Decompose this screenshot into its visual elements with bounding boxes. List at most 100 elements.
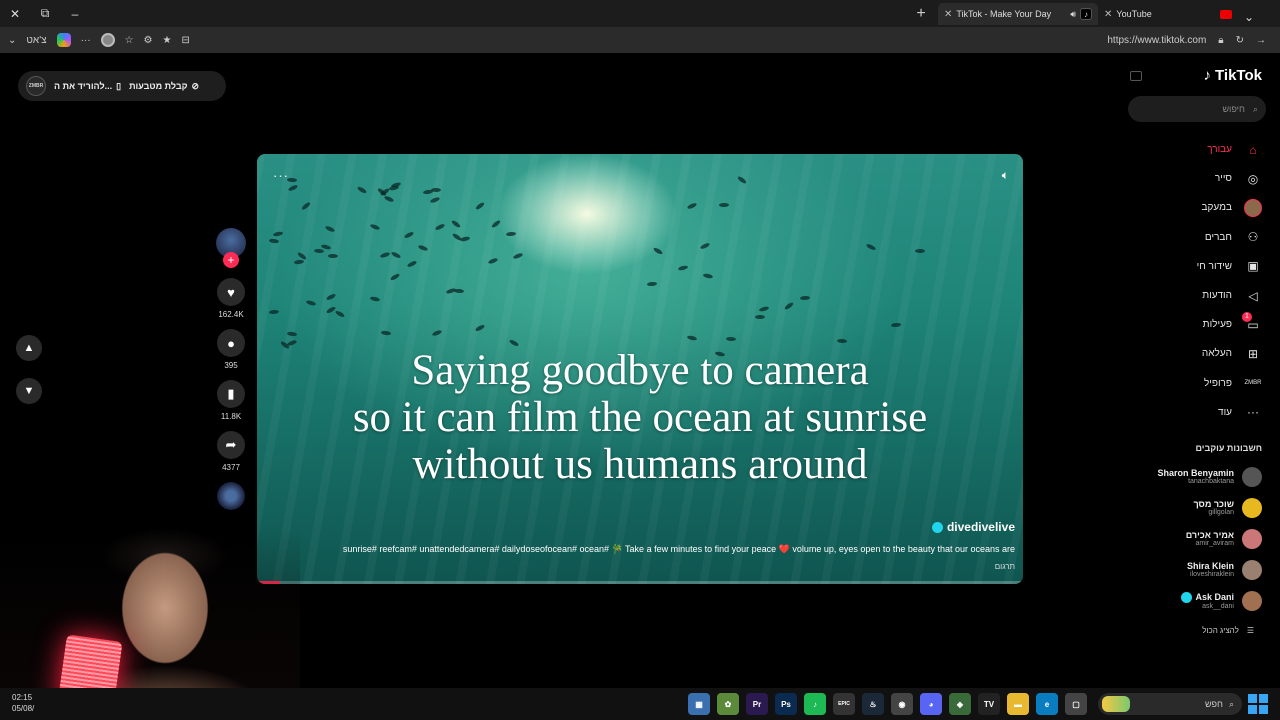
chevron-down-icon: ▼	[23, 385, 35, 397]
heart-icon: ♥	[227, 284, 235, 300]
favorites-icon[interactable]: ★	[163, 35, 172, 46]
window-icon[interactable]: ▢	[1065, 693, 1087, 715]
volume-icon[interactable]: 🔈︎	[1002, 168, 1009, 183]
profile-avatar[interactable]	[100, 33, 115, 47]
previous-video-button[interactable]: ▲	[16, 335, 42, 361]
following-account[interactable]: שוכר מסך gillgolan	[1122, 492, 1262, 523]
more-dots-icon[interactable]: ···	[81, 35, 91, 46]
share-button[interactable]: ➦	[217, 431, 245, 459]
lock-icon[interactable]: 🔒︎	[1218, 35, 1223, 46]
download-app-button[interactable]: להוריד את ה... ▯	[54, 81, 121, 92]
new-tab-button[interactable]: +	[908, 3, 934, 25]
discord-icon[interactable]: ◕	[920, 693, 942, 715]
account-handle: amir_aviram	[1195, 540, 1234, 547]
account-avatar	[1242, 590, 1262, 611]
search-input[interactable]: חיפוש ⌕	[1128, 96, 1266, 122]
folder-icon[interactable]: ▬	[1007, 693, 1029, 715]
save-button[interactable]: ▮	[217, 380, 245, 408]
channel-logo[interactable]: ZMBR	[26, 76, 46, 96]
see-all-label: להציג הכול	[1202, 626, 1239, 635]
account-avatar	[1242, 497, 1262, 518]
sidebar-item[interactable]: עבורך ⌂	[1152, 135, 1262, 164]
comment-button[interactable]: ●	[217, 329, 245, 357]
window-close-icon[interactable]: ✕	[0, 0, 30, 27]
caption-line: so it can film the ocean at sunrise	[352, 394, 928, 441]
caption-line: Saying goodbye to camera	[411, 347, 869, 394]
collections-icon[interactable]: ⊟	[181, 35, 189, 46]
app2-icon[interactable]: ◆	[949, 693, 971, 715]
video-author[interactable]: divedivelive	[931, 520, 1015, 534]
video-progress-bar[interactable]	[257, 581, 1023, 584]
following-account[interactable]: Ask Dani ask__dani	[1122, 585, 1262, 616]
profile-label[interactable]: צ'אט	[26, 35, 46, 46]
phone-icon: ▯	[116, 80, 122, 91]
tab-youtube[interactable]: ✕ YouTube	[1098, 3, 1238, 25]
window-restore-icon[interactable]: ⧉	[30, 0, 60, 27]
premiere-icon[interactable]: Pr	[746, 693, 768, 715]
taskbar-apps: ▦ ✿ Pr Ps ♪ EPIC ♨ ◉ ◕ ◆ TV ▬ e ▢	[688, 693, 1087, 715]
sidebar-item[interactable]: חברים ⚇	[1152, 223, 1262, 252]
sidebar-item[interactable]: במעקב	[1152, 193, 1262, 222]
tab-tiktok[interactable]: ✕ TikTok - Make Your Day 🔊︎ ♪	[938, 3, 1098, 25]
taskbar-search[interactable]: חפש ⌕	[1098, 693, 1242, 715]
forward-icon[interactable]: →	[1256, 35, 1266, 46]
like-count: 162.4K	[218, 310, 244, 319]
account-handle: iloveshiraklein	[1190, 571, 1234, 578]
chrome-icon[interactable]: ◉	[891, 693, 913, 715]
video-player[interactable]: ··· 🔈︎ Saying goodbye to camera so it ca…	[257, 154, 1023, 584]
activity-icon: ▭ 1	[1242, 311, 1262, 332]
start-button[interactable]	[1248, 694, 1268, 714]
taskbar-clock[interactable]: 02:15 05/08/	[12, 692, 34, 714]
taskbar-search-label: חפש	[1204, 699, 1223, 709]
copilot-icon[interactable]	[56, 33, 71, 47]
extensions-icon[interactable]: ⚙	[144, 35, 153, 46]
tradingview-icon[interactable]: TV	[978, 693, 1000, 715]
window-minimize-icon[interactable]: –	[60, 0, 90, 27]
sidebar-item[interactable]: העלאה ⊞	[1152, 339, 1262, 368]
sidebar-item[interactable]: עוד ···	[1152, 398, 1262, 427]
see-all-link[interactable]: להציג הכול ☰	[1202, 626, 1254, 635]
get-coins-button[interactable]: קבלת מטבעות ⊘	[129, 81, 199, 92]
collapse-sidebar-icon[interactable]	[1130, 71, 1142, 81]
chevron-down-icon[interactable]: ⌄	[8, 35, 16, 46]
sidebar-item[interactable]: פעילות ▭ 1	[1152, 310, 1262, 339]
like-button[interactable]: ♥	[217, 278, 245, 306]
account-text: Ask Dani ask__dani	[1181, 591, 1234, 610]
following-account[interactable]: Sharon Benyamin tanachbaktana	[1122, 461, 1262, 492]
epic-icon[interactable]: EPIC	[833, 693, 855, 715]
translate-link[interactable]: תרגום	[995, 562, 1015, 571]
follow-button[interactable]: +	[223, 252, 239, 268]
sidebar-item[interactable]: פרופיל ZMBR	[1152, 369, 1262, 398]
sidebar-item[interactable]: סייר ◎	[1152, 164, 1262, 193]
url-text[interactable]: https://www.tiktok.com	[1107, 35, 1206, 46]
tiktok-logo[interactable]: ♪ TikTok	[1204, 67, 1262, 84]
logo-text: TikTok	[1215, 67, 1262, 84]
fish-shape	[837, 338, 848, 343]
tab-close-icon[interactable]: ✕	[1104, 9, 1112, 20]
following-account[interactable]: אמיר אכירם amir_aviram	[1122, 523, 1262, 554]
tab-close-icon[interactable]: ✕	[944, 9, 952, 20]
following-account[interactable]: Shira Klein iloveshiraklein	[1122, 554, 1262, 585]
music-disc-icon[interactable]	[217, 482, 245, 510]
sidebar-item[interactable]: הודעות ◁	[1152, 281, 1262, 310]
search-placeholder: חיפוש	[1222, 104, 1245, 114]
sidebar-nav: עבורך ⌂ סייר ◎ במעקב חברים ⚇ שידור חי ▣ הודעות ◁ פע…	[1152, 135, 1262, 427]
photoshop-icon[interactable]: Ps	[775, 693, 797, 715]
app-icon[interactable]: ✿	[717, 693, 739, 715]
search-icon: ⌕	[1228, 698, 1234, 709]
tab-list-chevron-icon[interactable]: ⌄	[1238, 3, 1260, 30]
edge-icon[interactable]: e	[1036, 693, 1058, 715]
account-name: Ask Dani	[1195, 592, 1234, 602]
comment-count: 395	[224, 361, 238, 370]
fish-shape	[327, 253, 339, 258]
speaker-icon[interactable]: 🔊︎	[1070, 9, 1076, 20]
video-more-icon[interactable]: ···	[273, 168, 289, 183]
refresh-icon[interactable]: ↻	[1236, 35, 1244, 46]
next-video-button[interactable]: ▼	[16, 378, 42, 404]
calculator-icon[interactable]: ▦	[688, 693, 710, 715]
spotify-icon[interactable]: ♪	[804, 693, 826, 715]
more-icon: ···	[1247, 405, 1259, 420]
steam-icon[interactable]: ♨	[862, 693, 884, 715]
sidebar-item[interactable]: שידור חי ▣	[1152, 252, 1262, 281]
favorites-add-icon[interactable]: ☆	[125, 35, 134, 46]
